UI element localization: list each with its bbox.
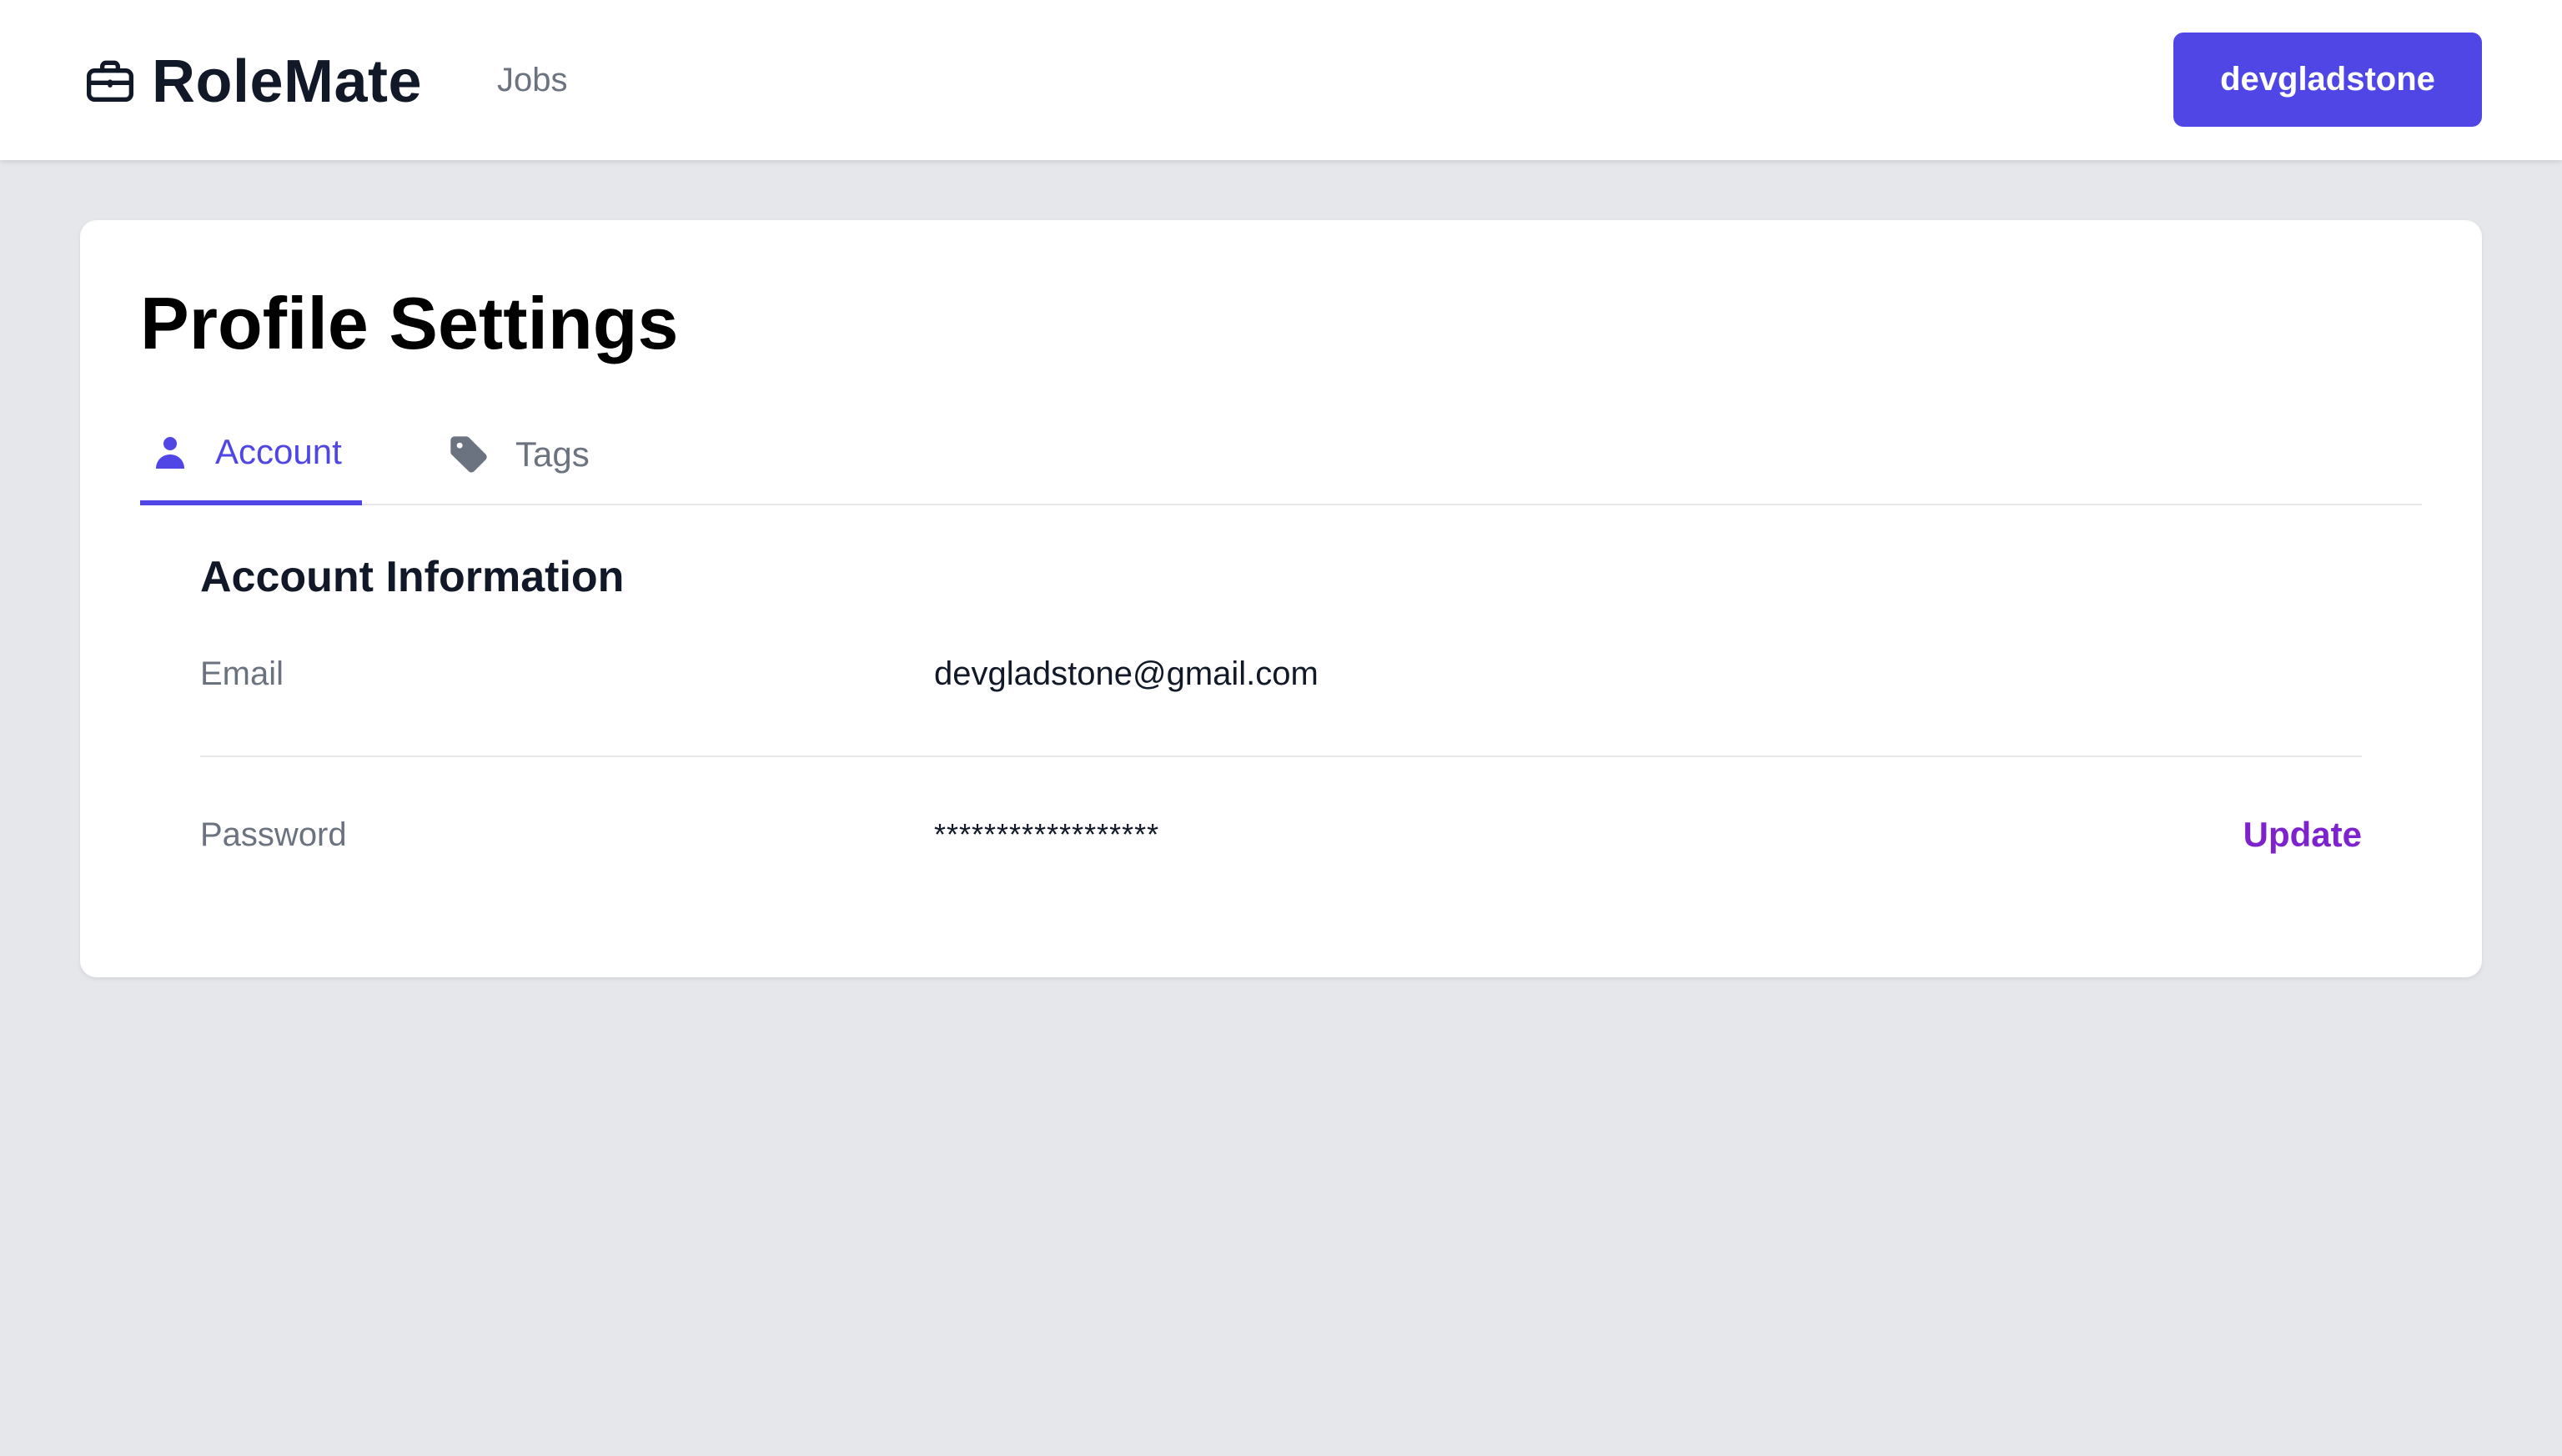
email-value: devgladstone@gmail.com xyxy=(934,655,1319,692)
user-icon xyxy=(156,437,184,469)
tag-icon xyxy=(450,436,487,473)
profile-settings-card: Profile Settings Account Tags Account In… xyxy=(80,220,2482,977)
email-label: Email xyxy=(200,655,284,692)
tab-account-label: Account xyxy=(215,432,342,471)
section-title: Account Information xyxy=(200,553,625,601)
tab-tags[interactable]: Tags xyxy=(447,404,590,505)
tab-account[interactable]: Account xyxy=(140,404,362,505)
email-row: Email devgladstone@gmail.com xyxy=(200,605,2362,757)
brand-name: RoleMate xyxy=(152,48,423,115)
briefcase-icon xyxy=(87,60,133,102)
password-row: Password ****************** Update xyxy=(200,759,2362,911)
password-value: ****************** xyxy=(934,817,1160,851)
page-title: Profile Settings xyxy=(140,282,679,364)
brand-logo-link[interactable]: RoleMate xyxy=(83,48,422,115)
top-navbar: RoleMate Jobs devgladstone xyxy=(0,0,2562,160)
password-label: Password xyxy=(200,816,347,853)
tab-tags-label: Tags xyxy=(515,434,590,474)
settings-tabs: Account Tags xyxy=(140,404,2422,505)
nav-link-jobs[interactable]: Jobs xyxy=(497,62,568,99)
user-menu-button[interactable]: devgladstone xyxy=(2173,33,2482,127)
update-password-button[interactable]: Update xyxy=(2243,759,2362,911)
